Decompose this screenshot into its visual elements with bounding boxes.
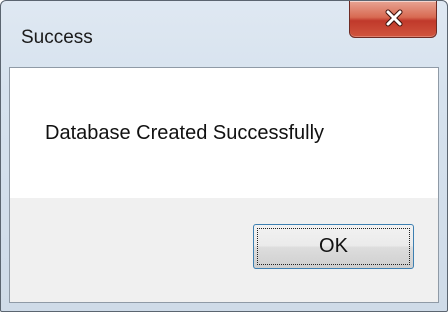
close-icon	[385, 9, 403, 27]
ok-button-label: OK	[257, 228, 410, 265]
title-bar[interactable]: Success	[1, 1, 447, 67]
window-title: Success	[21, 27, 93, 48]
ok-button[interactable]: OK	[253, 224, 414, 269]
message-text: Database Created Successfully	[45, 122, 325, 144]
message-dialog-window: Success Database Created Successfully OK	[0, 0, 448, 312]
dialog-client-area: Database Created Successfully OK	[9, 67, 439, 303]
message-panel: Database Created Successfully	[10, 68, 438, 198]
close-button[interactable]	[349, 1, 437, 38]
